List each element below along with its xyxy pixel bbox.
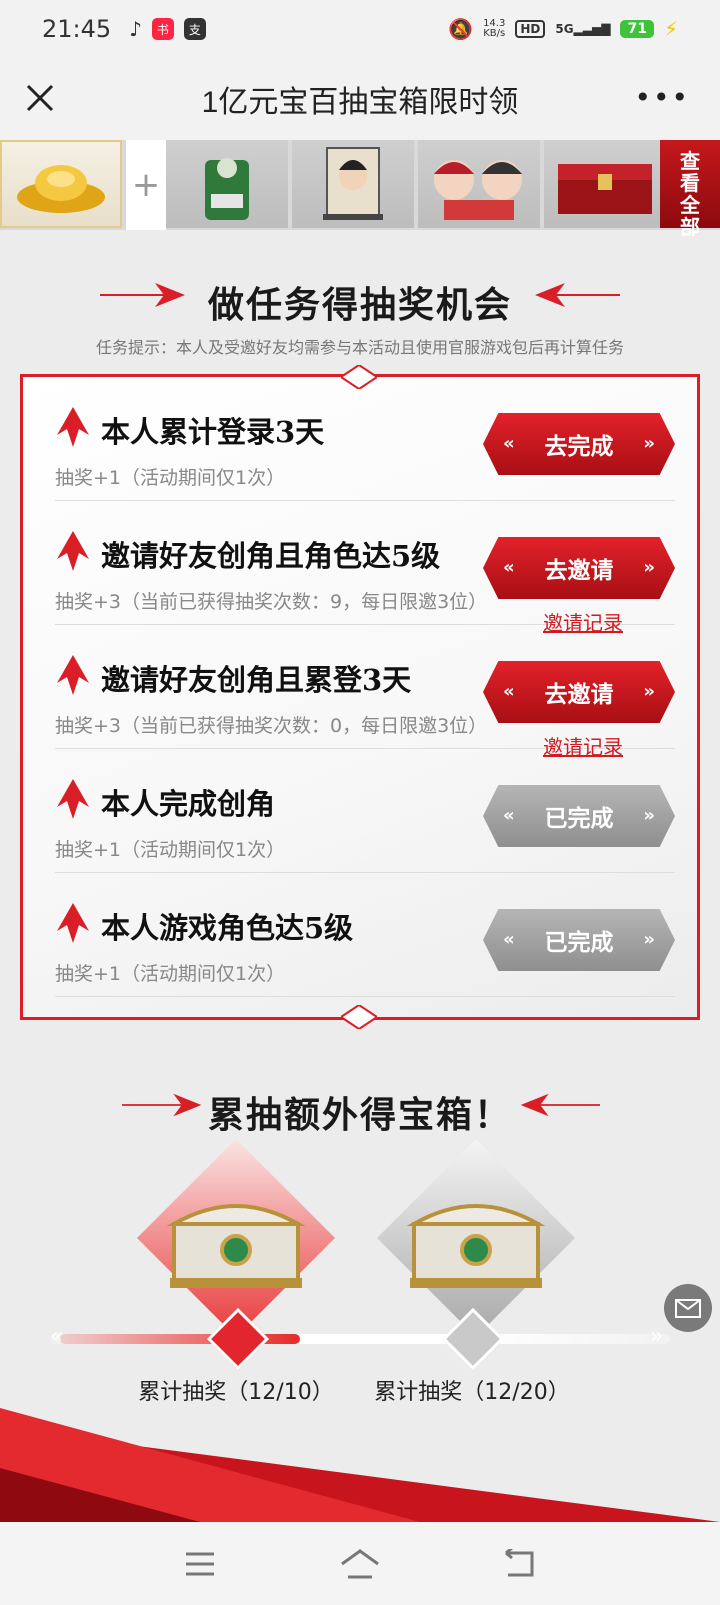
task-name: 本人游戏角色达5级 [101,911,354,945]
home-button[interactable] [340,1544,380,1584]
status-bar: 21:45 ♪ 书 支 🔕 14.3 KB/s HD 5G▂▃▅▇ 71 ⚡ [0,0,720,58]
task-row: 邀请好友创角且角色达5级 抽奖+3（当前已获得抽奖次数：9，每日限邀3位） « … [55,501,675,635]
view-all-label: 查看全部 [680,149,700,239]
status-indicators: 🔕 14.3 KB/s HD 5G▂▃▅▇ 71 ⚡ [448,17,678,41]
task-row: 本人游戏角色达5级 抽奖+1（活动期间仅1次） « 已完成 » [55,873,675,997]
pendant-icon [205,158,249,220]
menu-button[interactable] [180,1544,220,1584]
panel-bottom-ornament-icon [341,1005,377,1029]
floating-message-button[interactable] [664,1284,712,1332]
task-desc: 抽奖+3（当前已获得抽奖次数：0，每日限邀3位） [55,715,488,737]
task-button-label: 已完成 [544,806,614,832]
system-nav-bar [0,1522,720,1605]
chevron-right-icon: » [643,929,655,950]
task-button-label: 去邀请 [544,558,614,584]
back-icon [505,1548,534,1576]
chevron-right-icon: » [643,433,655,454]
network-type: 5G [555,22,574,36]
chevron-right-icon: » [643,681,655,702]
reward-gold-ingot[interactable] [0,140,122,228]
red-chest-icon [558,164,652,214]
more-options-icon[interactable]: ••• [634,84,690,112]
task-row: 本人累计登录3天 抽奖+1（活动期间仅1次） « 去完成 » [55,377,675,501]
bottom-decoration [0,1408,720,1522]
task-button-label: 去邀请 [544,682,614,708]
task-name: 本人完成创角 [101,787,276,821]
task-go-complete-button[interactable]: « 去完成 » [483,413,675,475]
task-desc: 抽奖+3（当前已获得抽奖次数：9，每日限邀3位） [55,591,488,613]
task-tip: 任务提示：本人及受邀好友均需参与本活动且使用官服游戏包后再计算任务 [95,338,624,357]
task-invite-button[interactable]: « 去邀请 » [483,661,675,723]
task-flame-icon [57,655,89,695]
reward-pendant[interactable] [166,140,288,228]
signal-icon: 5G▂▃▅▇ [555,22,611,36]
back-button[interactable] [500,1544,540,1584]
chevron-left-icon: « [503,681,515,702]
hd-badge: HD [515,20,546,38]
task-desc: 抽奖+1（活动期间仅1次） [55,963,286,985]
chest-section-title: 累抽额外得宝箱！ [207,1094,512,1136]
task-invite-button[interactable]: « 去邀请 » [483,537,675,599]
reward-strip[interactable]: + 查看全部 [0,140,720,238]
task-panel: 本人累计登录3天 抽奖+1（活动期间仅1次） « 去完成 » 邀请好友创角且角色… [20,365,700,1029]
xiaohongshu-icon: 书 [151,18,174,40]
task-flame-icon [57,531,89,571]
chevron-left-icon: « [503,805,515,826]
status-time: 21:45 [42,15,112,43]
chevron-left-icon: « [503,433,515,454]
task-button-label: 去完成 [544,434,614,460]
gold-ingot-icon [17,165,105,213]
title-bar: 1亿元宝百抽宝箱限时领 ••• [0,58,720,140]
treasure-chest-icon [166,1204,306,1288]
portrait-icon [323,147,383,220]
task-row: 本人完成创角 抽奖+1（活动期间仅1次） « 已完成 » [55,749,675,873]
net-speed: 14.3 KB/s [483,19,505,39]
chevron-left-icon: « [503,557,515,578]
task-name: 邀请好友创角且角色达5级 [101,539,441,573]
net-speed-unit: KB/s [483,28,506,39]
reward-chest-red[interactable] [544,140,666,228]
progress-right-chevron-icon: » [650,1324,664,1349]
task-desc: 抽奖+1（活动期间仅1次） [55,839,286,861]
plus-icon: + [126,140,166,230]
task-name: 本人累计登录3天 [101,415,325,449]
mail-icon [675,1299,701,1318]
treasure-chest-icon [406,1204,546,1288]
tiktok-icon: ♪ [129,17,142,41]
chevron-left-icon: « [503,929,515,950]
chevron-right-icon: » [643,805,655,826]
task-flame-icon [57,903,89,943]
characters-icon [434,160,522,220]
page-title: 1亿元宝百抽宝箱限时领 [201,86,519,119]
chevron-right-icon: » [643,557,655,578]
view-all-button[interactable]: 查看全部 [660,140,720,238]
charging-icon: ⚡ [663,17,678,41]
task-flame-icon [57,779,89,819]
menu-icon [186,1552,214,1575]
reward-portrait[interactable] [292,140,414,228]
task-desc: 抽奖+1（活动期间仅1次） [55,467,286,489]
reward-characters[interactable] [418,140,540,228]
title-right-arrow-icon [535,283,620,307]
chest-label: 累计抽奖（12/10） [138,1380,334,1405]
mute-icon: 🔕 [448,17,474,41]
home-icon [341,1548,379,1578]
close-icon[interactable] [22,80,58,116]
task-completed-button[interactable]: « 已完成 » [483,785,675,847]
task-button-label: 已完成 [544,930,614,956]
task-name: 邀请好友创角且累登3天 [101,663,412,697]
chest-label: 累计抽奖（12/20） [374,1380,570,1405]
task-row: 邀请好友创角且累登3天 抽奖+3（当前已获得抽奖次数：0，每日限邀3位） « 去… [55,625,675,759]
status-app-icons: ♪ 书 支 [129,17,206,41]
battery-indicator: 71 [620,20,654,38]
task-flame-icon [57,407,89,447]
task-completed-button[interactable]: « 已完成 » [483,909,675,971]
title-right-arrow-icon [520,1093,600,1117]
app-icon: 支 [183,18,206,40]
